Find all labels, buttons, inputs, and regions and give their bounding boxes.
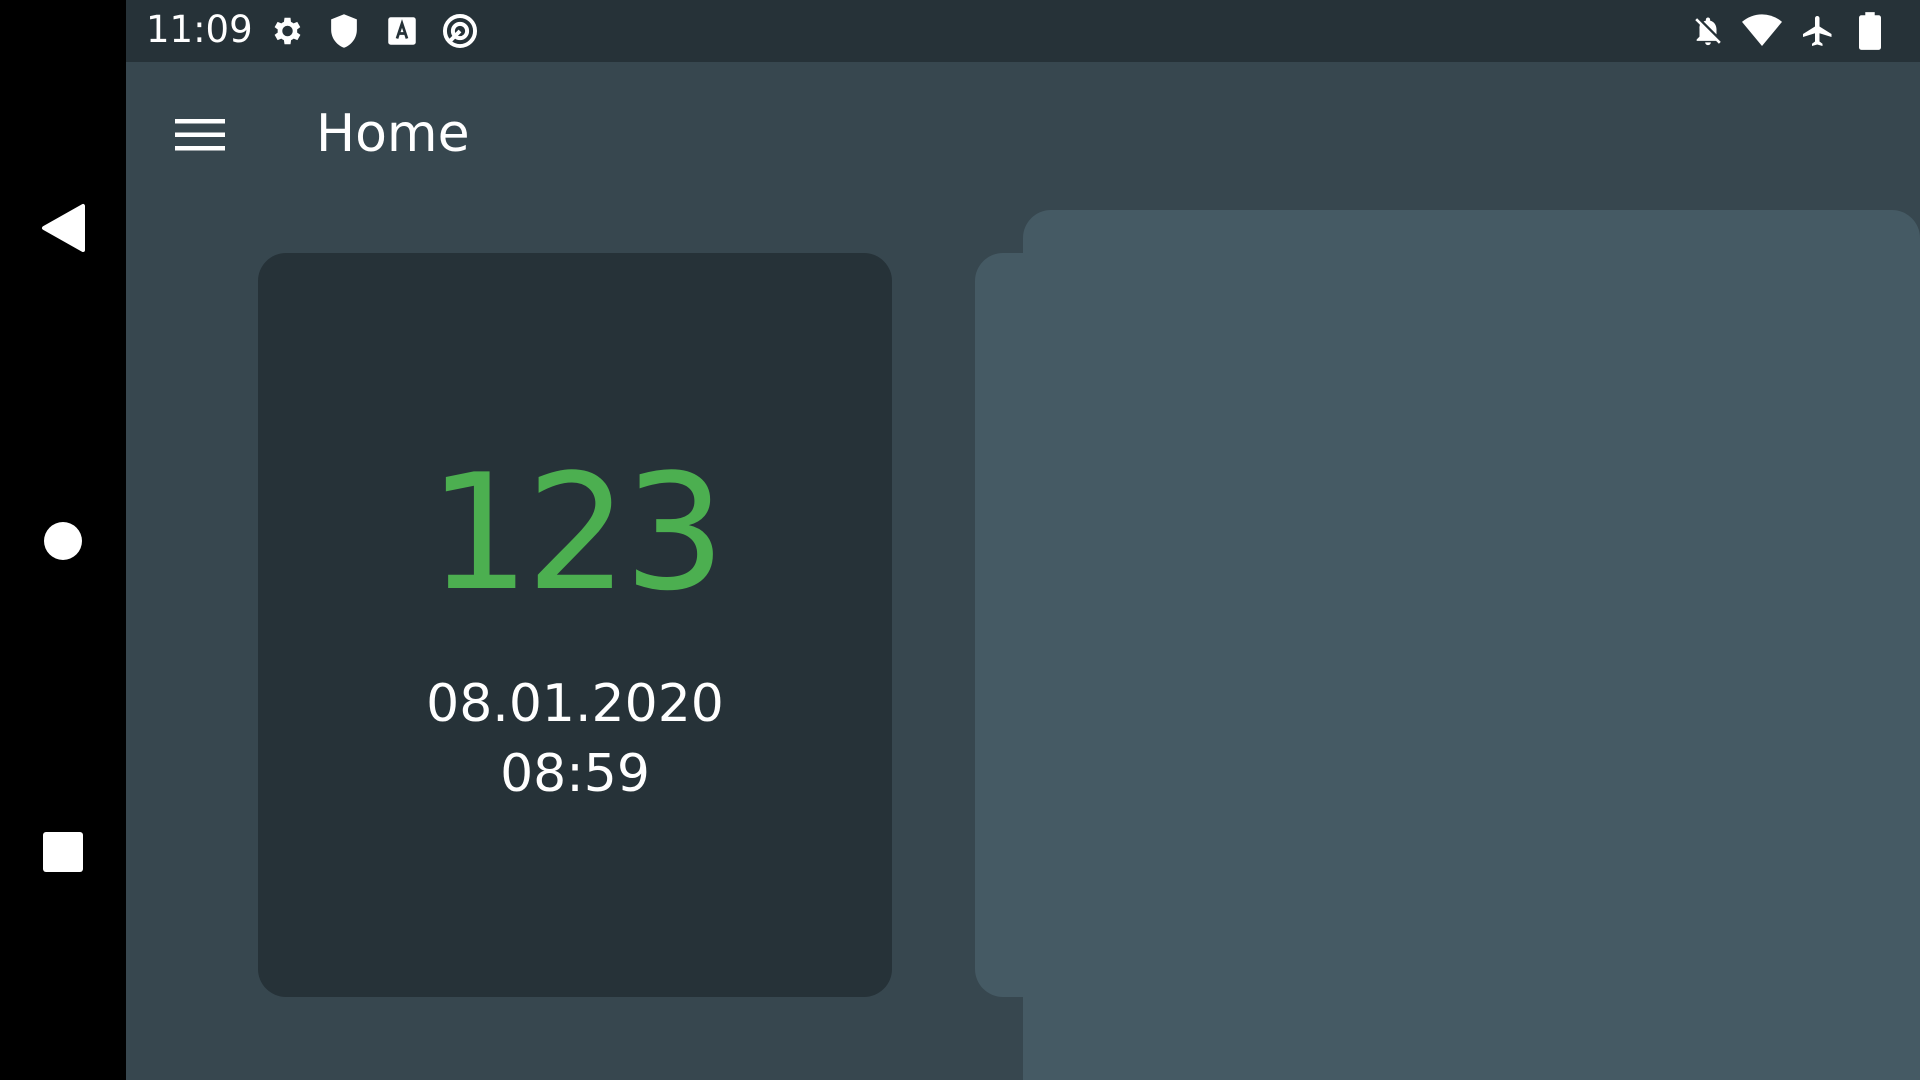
gear-icon bbox=[266, 11, 306, 51]
menu-button[interactable] bbox=[166, 108, 236, 166]
app-bar: Home bbox=[126, 62, 1920, 212]
reading-card[interactable]: 123 08.01.2020 08:59 bbox=[258, 253, 892, 997]
airplane-mode-icon bbox=[1798, 11, 1838, 51]
notifications-off-icon bbox=[1688, 11, 1728, 51]
shield-icon bbox=[324, 11, 364, 51]
status-bar: 11:09 bbox=[126, 0, 1920, 62]
wifi-icon bbox=[1742, 11, 1782, 51]
page-title: Home bbox=[316, 104, 470, 164]
system-navigation-bar bbox=[0, 0, 126, 1080]
home-icon bbox=[42, 520, 84, 562]
back-button[interactable] bbox=[0, 173, 126, 283]
recents-button[interactable] bbox=[0, 797, 126, 907]
recents-icon bbox=[42, 831, 84, 873]
text-recognition-icon bbox=[382, 11, 422, 51]
hamburger-menu-icon bbox=[175, 116, 227, 158]
side-panel bbox=[1023, 210, 1920, 1080]
status-clock: 11:09 bbox=[146, 8, 253, 51]
card-date: 08.01.2020 bbox=[426, 674, 724, 734]
battery-icon bbox=[1850, 11, 1890, 51]
home-button[interactable] bbox=[0, 486, 126, 596]
card-value: 123 bbox=[428, 439, 725, 626]
sync-circle-icon bbox=[440, 11, 480, 51]
back-icon bbox=[41, 203, 85, 253]
card-time: 08:59 bbox=[500, 744, 650, 804]
